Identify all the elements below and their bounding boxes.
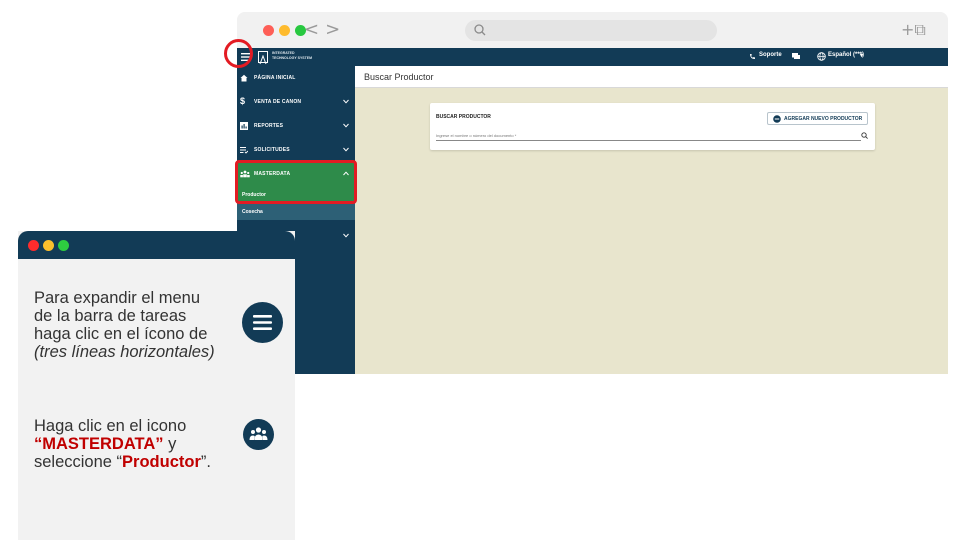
step2-line3: seleccione “Productor”. [34,453,211,471]
company-logo [258,51,268,65]
step1-line2: de la barra de tareas [34,307,187,325]
step2-line2: “MASTERDATA” y [34,435,211,453]
home-icon [240,74,248,82]
people-icon [243,419,274,450]
page-title: Buscar Productor [364,72,434,82]
instruction-panel-header [18,231,295,259]
browser-titlebar: <> +⧉ [237,12,948,48]
page-header: Buscar Productor [355,66,948,88]
chevron-down-icon [343,99,349,104]
minimize-window-button[interactable] [279,25,290,36]
sidebar-item-reportes[interactable]: REPORTES [237,114,355,138]
add-producer-button[interactable]: AGREGAR NUEVO PRODUCTOR [767,112,868,125]
sidebar-subitem-cosecha[interactable]: Cosecha [237,203,355,220]
document-search-input[interactable] [436,131,861,141]
masterdata-term: “MASTERDATA” [34,435,164,453]
step2-line1: Haga clic en el icono [34,417,187,435]
productor-term: Productor [122,453,201,471]
instruction-step-1: Para expandir el menu de la barra de tar… [34,289,215,361]
new-tab-icon[interactable]: +⧉ [901,20,926,40]
step2-select: seleccione “ [34,453,123,471]
support-link[interactable]: Soporte [759,52,782,58]
logo-line-2: TECHNOLOGY SYSTEM [272,56,312,60]
add-producer-label: AGREGAR NUEVO PRODUCTOR [784,116,863,122]
language-selector[interactable]: Español (***) [828,52,864,58]
back-forward-icons[interactable]: <> [304,19,346,40]
sidebar-item-label: VENTA DE CANON [254,99,302,105]
red-dot [28,240,39,251]
sidebar-item-solicitudes[interactable]: SOLICITUDES [237,138,355,162]
card-title: BUSCAR PRODUCTOR [436,114,491,120]
list-icon [240,147,248,154]
chat-icon[interactable] [792,53,800,60]
address-bar[interactable] [465,20,717,41]
logo-text: INTEGRATED TECHNOLOGY SYSTEM [272,51,312,61]
sidebar-item-label: PÁGINA INICIAL [254,75,296,81]
plus-circle-icon [773,115,781,123]
sidebar-item-venta-de-canon[interactable]: $ VENTA DE CANON [237,90,355,114]
app-header: INTEGRATED TECHNOLOGY SYSTEM Soporte Esp… [237,48,948,66]
hamburger-icon [242,302,283,343]
instruction-step-2: Haga clic en el icono “MASTERDATA” y sel… [34,417,211,471]
sidebar-item-label: REPORTES [254,123,284,129]
main-content: Buscar Productor BUSCAR PRODUCTOR AGREGA… [355,66,948,374]
phone-icon [750,54,755,59]
step1-line1: Para expandir el menu [34,289,201,307]
sidebar-item-pagina-inicial[interactable]: PÁGINA INICIAL [237,66,355,90]
yellow-dot [43,240,54,251]
chevron-down-icon [343,147,349,152]
instruction-panel: Para expandir el menu de la barra de tar… [18,231,295,540]
step1-line4: (tres líneas horizontales) [34,343,215,361]
chart-icon [240,122,248,130]
hamburger-highlight-circle [224,39,253,68]
step1-line3: haga clic en el ícono de [34,325,208,343]
search-card: BUSCAR PRODUCTOR AGREGAR NUEVO PRODUCTOR [430,103,875,150]
chevron-down-icon [343,123,349,128]
green-dot [58,240,69,251]
search-icon [474,24,486,36]
masterdata-highlight-box [235,160,357,204]
chevron-down-icon [343,233,349,238]
sidebar-item-label: SOLICITUDES [254,147,290,153]
search-icon[interactable] [861,132,868,139]
dollar-icon: $ [240,96,246,106]
sidebar-subitem-label: Cosecha [242,209,263,215]
chevron-down-icon[interactable]: ▾ [860,52,863,59]
close-window-button[interactable] [263,25,274,36]
globe-icon [817,52,826,61]
step2-end: ”. [200,453,211,471]
step2-and: y [163,435,177,453]
